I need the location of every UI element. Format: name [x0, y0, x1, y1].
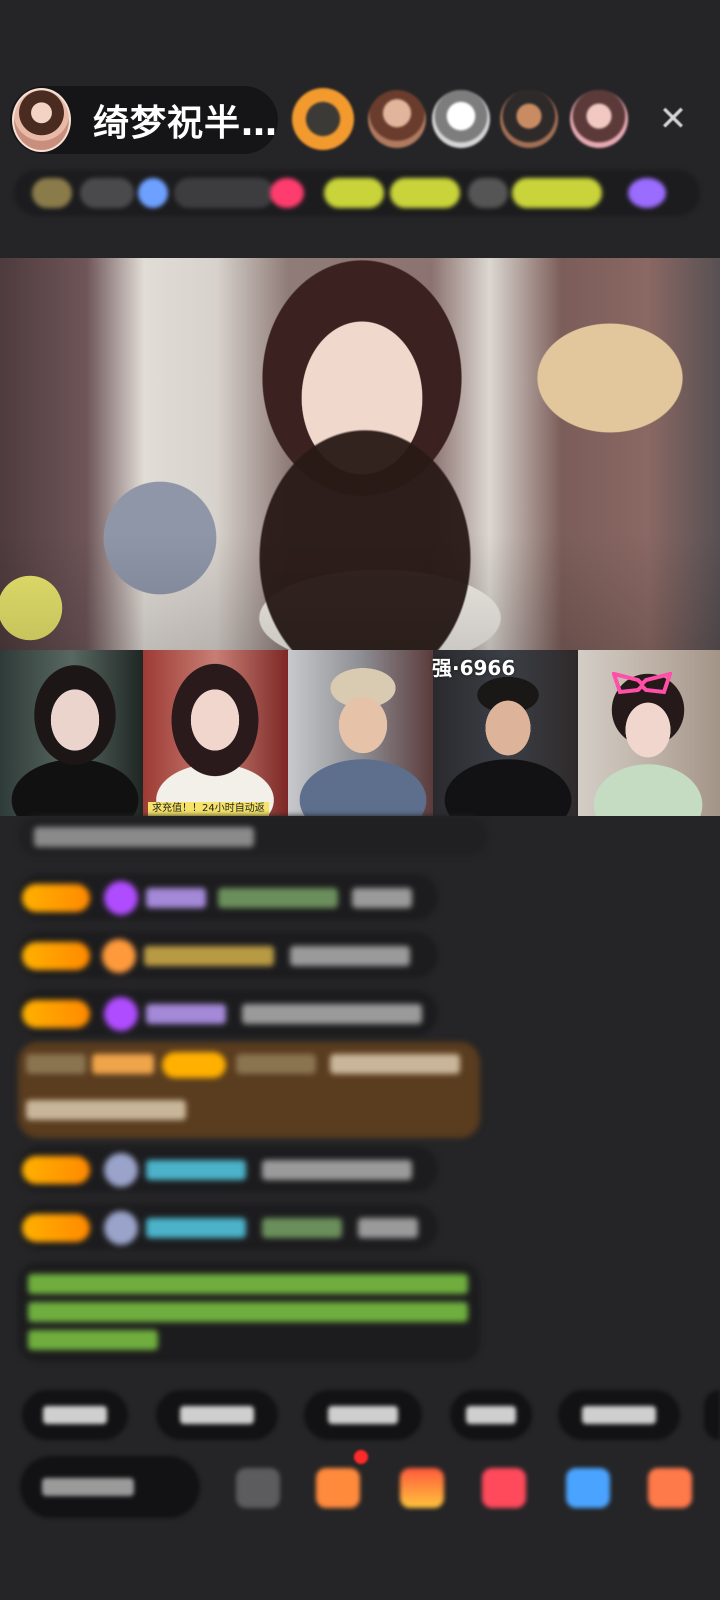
chat-message [18, 874, 438, 920]
activity-badge [468, 178, 508, 208]
viewer-avatar-5[interactable] [570, 90, 628, 148]
gift-box-icon[interactable] [316, 1468, 360, 1508]
rank-badges-row[interactable] [14, 170, 700, 216]
chat-message [18, 1146, 438, 1192]
guest-tile-caption: 求充值！！24小时自动返 [148, 802, 269, 816]
heart-icon[interactable] [482, 1468, 526, 1508]
close-icon: ✕ [658, 99, 688, 139]
fans-icon [270, 178, 304, 208]
hot-icon [138, 178, 168, 208]
viewer-avatar-3[interactable] [432, 90, 490, 148]
guest-tile-1[interactable] [0, 650, 143, 816]
quick-reply-chip[interactable] [450, 1390, 532, 1440]
guest-tile-overlay: 强·6966 [432, 656, 516, 680]
event-icon [628, 178, 666, 208]
chat-message [18, 816, 488, 856]
chat-message [18, 990, 438, 1036]
emoji-icon[interactable] [236, 1468, 280, 1508]
viewer-avatar-2[interactable] [368, 90, 426, 148]
viewer-avatar-4[interactable] [500, 90, 558, 148]
host-name[interactable]: 绮梦祝半… [93, 94, 278, 146]
game-icon[interactable] [648, 1468, 692, 1508]
quick-reply-chip[interactable] [22, 1390, 128, 1440]
rank-badge [174, 178, 274, 208]
host-avatar[interactable] [12, 88, 71, 152]
chat-message [18, 1204, 438, 1250]
quick-reply-chip[interactable] [156, 1390, 278, 1440]
activity-badge [390, 178, 460, 208]
host-info-pill[interactable]: 绮梦祝半… [10, 86, 278, 154]
quick-reply-chip[interactable] [304, 1390, 422, 1440]
viewer-avatar-1[interactable] [292, 88, 354, 150]
rank-badge [80, 178, 134, 208]
guest-tile-2[interactable] [143, 650, 288, 816]
main-video-stream[interactable] [0, 258, 720, 650]
close-button[interactable]: ✕ [650, 96, 696, 142]
rank-badge [32, 178, 72, 208]
quick-reply-chip[interactable] [704, 1390, 720, 1440]
chat-message [18, 932, 438, 978]
activity-badge [512, 178, 602, 208]
guest-tile-3[interactable] [288, 650, 433, 816]
gift-icon[interactable] [400, 1468, 444, 1508]
activity-badge [324, 178, 384, 208]
notification-dot [354, 1450, 368, 1464]
cat-mask-icon [612, 672, 672, 695]
message-icon[interactable] [566, 1468, 610, 1508]
quick-reply-chip[interactable] [558, 1390, 680, 1440]
system-notice [18, 1262, 480, 1362]
chat-message-highlight [18, 1042, 480, 1138]
comment-input[interactable] [20, 1456, 200, 1518]
